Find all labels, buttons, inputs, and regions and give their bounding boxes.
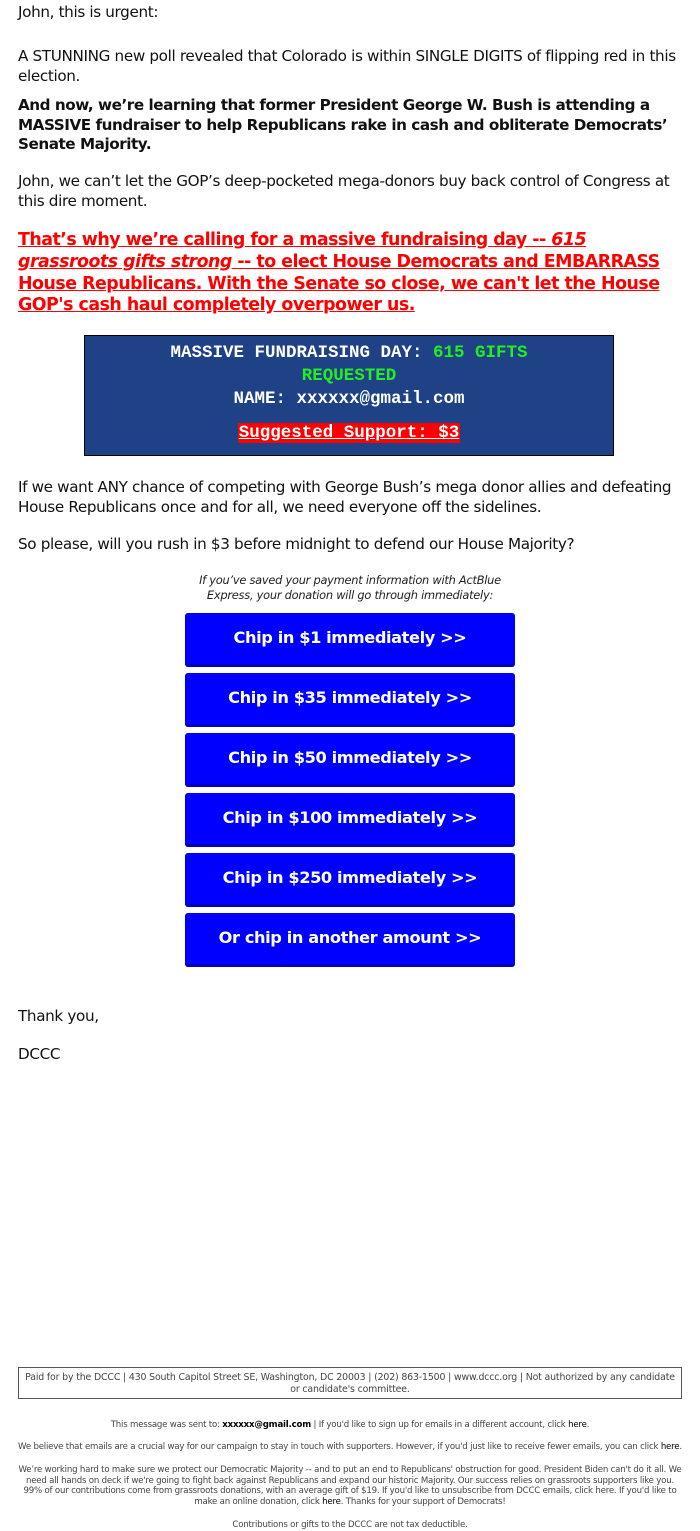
banner-name-line: NAME: xxxxxx@gmail.com <box>85 388 613 411</box>
working-hard-paragraph: We’re working hard to make sure we prote… <box>16 1465 684 1507</box>
callout-part1: That’s why we’re calling for a massive f… <box>18 230 552 250</box>
chance-paragraph: If we want ANY chance of competing with … <box>18 478 672 516</box>
chip-in-50-button[interactable]: Chip in $50 immediately >> <box>185 733 515 787</box>
gop-paragraph: John, we can’t let the GOP’s deep-pocket… <box>18 172 670 210</box>
red-callout-link[interactable]: That’s why we’re calling for a massive f… <box>18 230 684 317</box>
suggested-support-link[interactable]: Suggested Support: $3 <box>237 423 461 443</box>
chip-in-35-button[interactable]: Chip in $35 immediately >> <box>185 673 515 727</box>
tax-note: Contributions or gifts to the DCCC are n… <box>232 1520 468 1530</box>
signup-here-link[interactable]: here <box>568 1420 587 1430</box>
please-paragraph: So please, will you rush in $3 before mi… <box>18 535 575 553</box>
fewer-emails-line: We believe that emails are a crucial way… <box>18 1442 682 1452</box>
chip-in-100-button[interactable]: Chip in $100 immediately >> <box>185 793 515 847</box>
banner-title-line: MASSIVE FUNDRAISING DAY: 615 GIFTS <box>85 342 613 365</box>
chip-in-other-button[interactable]: Or chip in another amount >> <box>185 913 515 967</box>
banner-support-line: Suggested Support: $3 <box>85 422 613 445</box>
working-hard-end: . Thanks for your support of Democrats! <box>340 1496 506 1507</box>
greeting: John, this is urgent: <box>18 3 159 21</box>
signoff: Thank you, <box>18 1007 99 1025</box>
paid-for-disclaimer: Paid for by the DCCC | 430 South Capitol… <box>18 1367 682 1399</box>
fewer-emails-here-link[interactable]: here <box>661 1442 680 1452</box>
fewer-emails-text: We believe that emails are a crucial way… <box>18 1442 661 1452</box>
poll-paragraph: A STUNNING new poll revealed that Colora… <box>18 47 676 85</box>
banner-gifts-line1: 615 GIFTS <box>433 343 528 363</box>
signature: DCCC <box>18 1045 61 1063</box>
sent-to-line: This message was sent to: xxxxxx@gmail.c… <box>110 1420 590 1430</box>
bush-paragraph: And now, we’re learning that former Pres… <box>18 96 668 153</box>
sent-to-suffix: | If you'd like to sign up for emails in… <box>310 1420 569 1430</box>
banner-title: MASSIVE FUNDRAISING DAY: <box>170 343 423 363</box>
fundraising-banner[interactable]: MASSIVE FUNDRAISING DAY: 615 GIFTS REQUE… <box>84 335 614 456</box>
chip-in-250-button[interactable]: Chip in $250 immediately >> <box>185 853 515 907</box>
banner-gifts-line2: REQUESTED <box>301 366 397 386</box>
sent-to-prefix: This message was sent to: <box>110 1420 220 1430</box>
chip-in-1-button[interactable]: Chip in $1 immediately >> <box>185 613 515 667</box>
banner-name-label: NAME: <box>233 389 286 409</box>
actblue-note: If you’ve saved your payment information… <box>199 573 501 602</box>
sent-to-email: xxxxxx@gmail.com <box>222 1420 311 1430</box>
donate-here-link[interactable]: here <box>322 1497 341 1507</box>
banner-name-value: xxxxxx@gmail.com <box>296 389 465 409</box>
